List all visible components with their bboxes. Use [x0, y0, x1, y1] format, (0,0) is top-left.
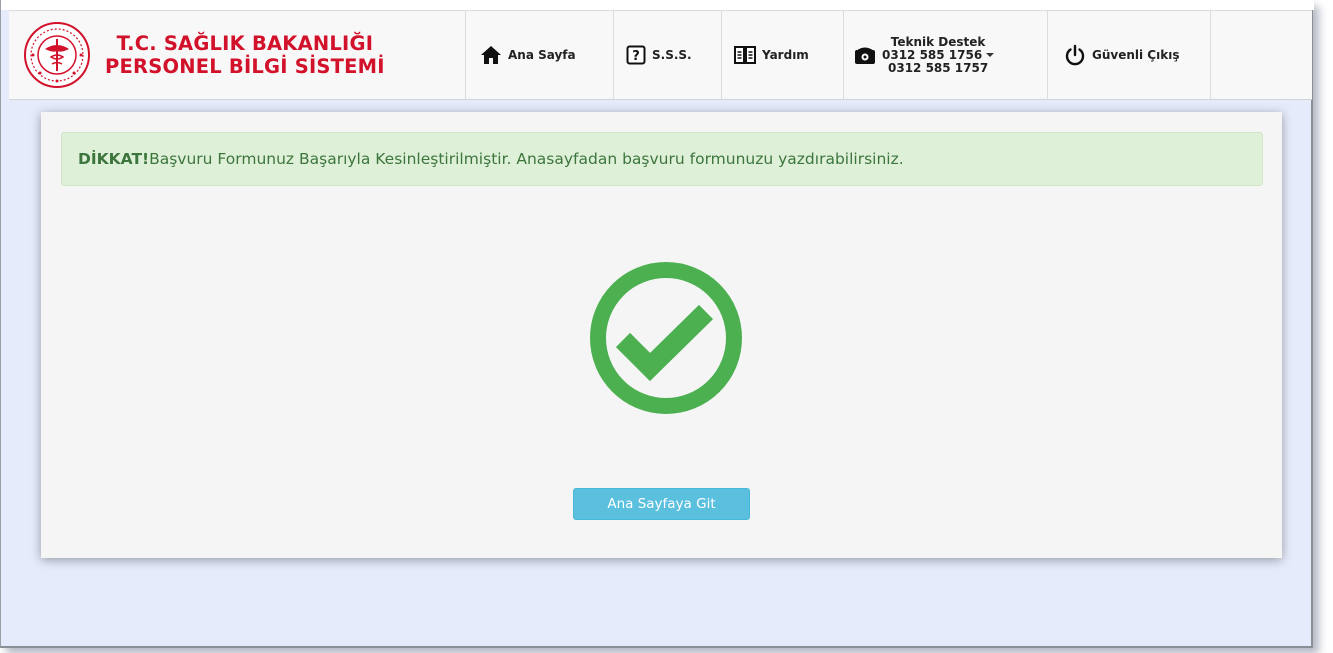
brand-title: T.C. SAĞLIK BAKANLIĞI PERSONEL BİLGİ SİS…	[105, 32, 385, 78]
navbar: T.C. SAĞLIK BAKANLIĞI PERSONEL BİLGİ SİS…	[9, 10, 1312, 100]
nav-logout-label: Güvenli Çıkış	[1092, 48, 1180, 62]
success-alert: DİKKAT! Başvuru Formunuz Başarıyla Kesinl…	[61, 132, 1263, 186]
app-window: T.C. SAĞLIK BAKANLIĞI PERSONEL BİLGİ SİS…	[0, 0, 1314, 648]
nav-home[interactable]: Ana Sayfa	[466, 11, 614, 99]
phone-icon	[854, 45, 876, 65]
nav-faq-label: S.S.S.	[652, 48, 692, 62]
top-border	[1, 0, 1314, 10]
brand-title-line1: T.C. SAĞLIK BAKANLIĞI	[116, 32, 374, 55]
brand[interactable]: T.C. SAĞLIK BAKANLIĞI PERSONEL BİLGİ SİS…	[9, 11, 466, 99]
support-text: Teknik Destek 0312 585 1756 0312 585 175…	[882, 35, 995, 75]
nav-support-dropdown[interactable]: Teknik Destek 0312 585 1756 0312 585 175…	[844, 11, 1048, 99]
nav-help-label: Yardım	[762, 48, 809, 62]
support-phone1: 0312 585 1756	[882, 47, 983, 62]
alert-message: Başvuru Formunuz Başarıyla Kesinleştiril…	[149, 150, 904, 168]
question-icon: ?	[626, 45, 646, 65]
ministry-emblem-icon	[24, 22, 90, 88]
home-icon	[480, 45, 502, 65]
go-home-button[interactable]: Ana Sayfaya Git	[573, 488, 750, 520]
support-phone2: 0312 585 1757	[888, 60, 989, 75]
nav-logout[interactable]: Güvenli Çıkış	[1048, 11, 1211, 99]
main-panel: DİKKAT! Başvuru Formunuz Başarıyla Kesinl…	[41, 112, 1282, 558]
brand-title-line2: PERSONEL BİLGİ SİSTEMİ	[105, 55, 385, 78]
nav-home-label: Ana Sayfa	[508, 48, 576, 62]
nav-help[interactable]: Yardım	[722, 11, 844, 99]
svg-text:?: ?	[632, 49, 640, 64]
power-icon	[1064, 44, 1086, 66]
nav-faq[interactable]: ? S.S.S.	[614, 11, 722, 99]
check-circle-icon	[590, 262, 742, 414]
chevron-down-icon	[986, 53, 995, 57]
book-icon	[734, 45, 756, 65]
alert-strong: DİKKAT!	[78, 150, 150, 168]
